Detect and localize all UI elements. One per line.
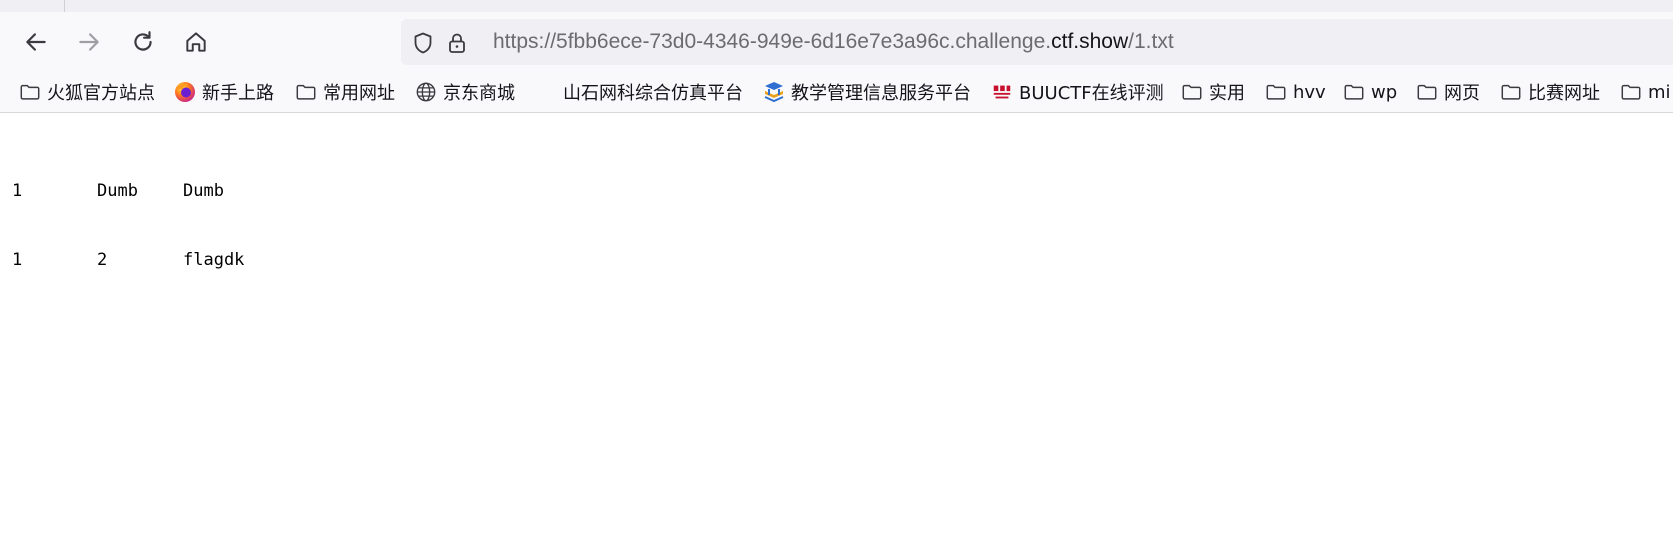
bookmark-label: 山石网科综合仿真平台 [563, 83, 743, 104]
bookmark-folder-mi[interactable]: mi [1619, 72, 1671, 112]
arrow-right-icon [79, 33, 99, 51]
bookmark-label: hvv [1293, 81, 1326, 103]
url-path: /1.txt [1128, 30, 1174, 53]
folder-icon [1264, 80, 1288, 104]
bookmark-label: mi [1648, 81, 1671, 103]
folder-icon [1415, 80, 1439, 104]
buuctf-logo-icon [990, 80, 1014, 104]
forward-button[interactable] [73, 26, 105, 58]
bookmark-folder-webpages[interactable]: 网页 [1415, 72, 1480, 112]
lock-icon[interactable] [445, 31, 469, 55]
tab-strip [0, 0, 1673, 12]
bookmark-label: 教学管理信息服务平台 [791, 83, 971, 104]
reload-icon [134, 31, 152, 51]
folder-icon [18, 80, 42, 104]
bookmark-label: 京东商城 [443, 83, 515, 104]
bookmark-label: BUUCTF在线评测 [1019, 83, 1164, 104]
text-row: 1 2 flagdk [12, 249, 244, 272]
text-cell: 1 [12, 250, 23, 270]
text-cell: 2 [97, 250, 108, 270]
bookmark-folder-hvv[interactable]: hvv [1264, 72, 1326, 112]
folder-icon [1499, 80, 1523, 104]
url-text[interactable]: https://5fbb6ece-73d0-4346-949e-6d16e7e3… [493, 19, 1174, 65]
bookmark-folder-useful[interactable]: 实用 [1180, 72, 1245, 112]
globe-icon [414, 80, 438, 104]
bookmark-label: 新手上路 [202, 83, 274, 104]
text-cell: Dumb [183, 181, 224, 201]
url-prefix: https://5fbb6ece-73d0-4346-949e-6d16e7e3… [493, 30, 1052, 53]
text-cell: Dumb [97, 181, 138, 201]
arrow-left-icon [26, 33, 46, 51]
bookmark-common-sites[interactable]: 常用网址 [294, 72, 395, 112]
plain-text-document: 1 Dumb Dumb 1 2 flagdk [12, 134, 244, 295]
home-icon [186, 32, 206, 52]
folder-icon [294, 80, 318, 104]
bookmark-label: 实用 [1209, 83, 1245, 104]
bookmark-label: 比赛网址 [1528, 83, 1600, 104]
bookmark-jd-mall[interactable]: 京东商城 [414, 72, 515, 112]
bookmark-teaching-mgmt[interactable]: 教学管理信息服务平台 [762, 72, 971, 112]
text-row: 1 Dumb Dumb [12, 180, 224, 203]
firefox-icon [173, 80, 197, 104]
folder-icon [1619, 80, 1643, 104]
bookmark-folder-contest-sites[interactable]: 比赛网址 [1499, 72, 1600, 112]
edu-logo-icon [762, 80, 786, 104]
bookmark-getting-started[interactable]: 新手上路 [173, 72, 274, 112]
text-cell: flagdk [183, 250, 245, 270]
home-button[interactable] [180, 26, 212, 58]
shield-icon[interactable] [411, 31, 435, 55]
bookmark-buuctf[interactable]: BUUCTF在线评测 [990, 72, 1164, 112]
bookmark-label: 火狐官方站点 [47, 83, 155, 104]
bookmarks-toolbar: 火狐官方站点 新手上路 常用网址 京东商城 山石网科综合仿真平台 教学管理信息服… [0, 72, 1673, 113]
navigation-toolbar: https://5fbb6ece-73d0-4346-949e-6d16e7e3… [0, 12, 1673, 72]
folder-icon [1180, 80, 1204, 104]
url-host: ctf.show [1051, 30, 1129, 53]
tab-separator [64, 0, 65, 12]
bookmark-label: wp [1371, 81, 1398, 103]
bookmark-label: 网页 [1444, 83, 1480, 104]
url-bar[interactable]: https://5fbb6ece-73d0-4346-949e-6d16e7e3… [401, 19, 1673, 65]
text-cell: 1 [12, 181, 23, 201]
bookmark-folder-wp[interactable]: wp [1342, 72, 1397, 112]
bookmark-hillstone-sim[interactable]: 山石网科综合仿真平台 [563, 72, 743, 112]
back-button[interactable] [20, 26, 52, 58]
reload-button[interactable] [127, 26, 159, 58]
folder-icon [1342, 80, 1366, 104]
bookmark-label: 常用网址 [323, 83, 395, 104]
bookmark-huohu-official[interactable]: 火狐官方站点 [18, 72, 155, 112]
